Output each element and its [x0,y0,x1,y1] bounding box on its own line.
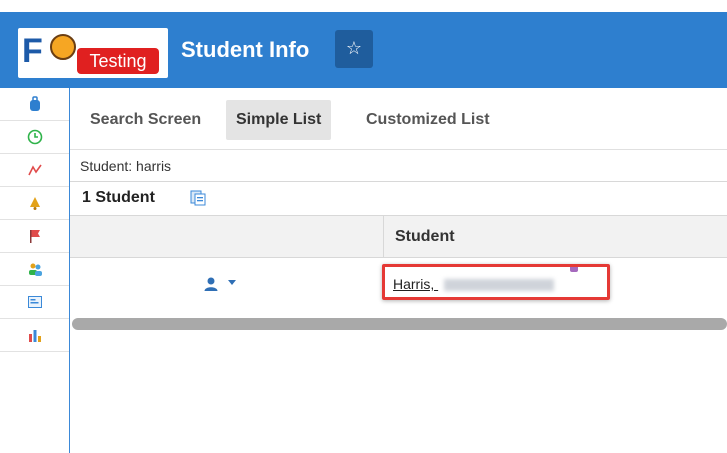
table-row: Harris, [70,258,727,316]
tab-customized-list[interactable]: Customized List [356,100,500,140]
sidebar-item-discipline[interactable] [0,220,69,253]
results-count: 1 Student [82,189,155,206]
tab-simple-list[interactable]: Simple List [226,100,332,140]
app-header: F Testing Student Info ☆ [0,0,727,88]
testing-badge: Testing [77,48,159,74]
bar-chart-icon [28,330,41,342]
sidebar-item-forms[interactable] [0,286,69,319]
results-count-row: 1 Student [70,182,727,216]
form-icon [27,296,42,308]
page-title: Student Info [181,37,310,62]
sidebar-item-grades[interactable] [0,154,69,187]
grades-icon [27,164,42,176]
horizontal-scrollbar[interactable] [72,318,727,330]
star-icon: ☆ [345,38,363,58]
sidebar-item-reports[interactable] [0,319,69,352]
search-criteria-label: Student: harris [70,150,727,182]
table-header: Student [70,216,727,258]
top-strip [0,0,727,12]
highlight-annotation [382,264,610,300]
column-header-student[interactable]: Student [395,228,455,246]
users-icon [28,263,42,276]
bell-icon [29,197,40,210]
tab-search-screen[interactable]: Search Screen [80,100,211,140]
left-sidebar [0,88,70,453]
column-divider [383,216,384,258]
sidebar-item-notifications[interactable] [0,187,69,220]
logo-text: F [22,32,44,70]
view-tabs: Search Screen Simple List Customized Lis… [70,88,727,150]
export-icon[interactable] [190,190,206,206]
clock-icon [27,129,42,145]
flag-icon [29,230,40,243]
favorite-star-button[interactable]: ☆ [335,30,373,68]
person-icon[interactable] [203,276,219,292]
owl-logo-icon [50,34,76,60]
focus-logo[interactable]: F Testing [18,28,168,78]
chevron-down-icon[interactable] [228,280,236,285]
sidebar-item-attendance[interactable] [0,121,69,154]
backpack-icon [29,96,40,111]
sidebar-item-backpack[interactable] [0,88,69,121]
sidebar-item-users[interactable] [0,253,69,286]
